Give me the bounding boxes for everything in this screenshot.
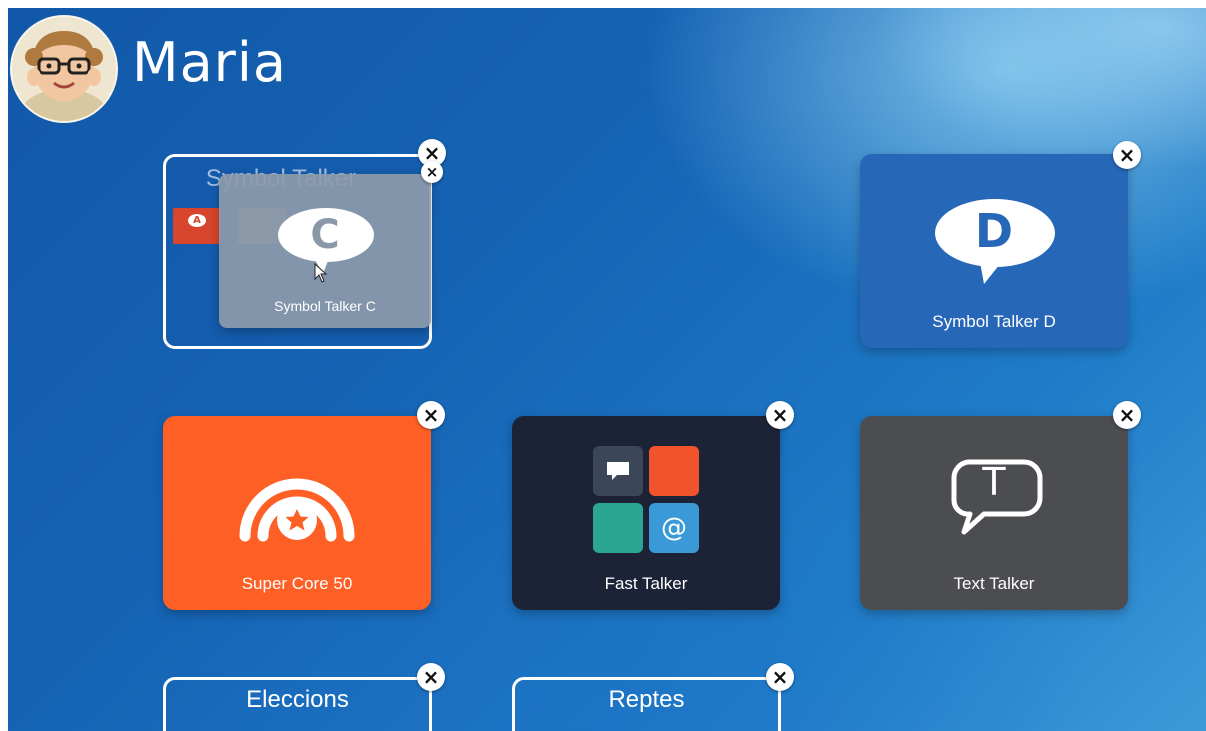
- red-square-icon: [649, 446, 699, 496]
- symbol-talker-c-close-button[interactable]: ×: [421, 161, 443, 183]
- speech-letter: C: [310, 212, 340, 258]
- fast-talker-tile[interactable]: @ Fast Talker: [512, 416, 780, 610]
- reptes-close-button[interactable]: ×: [766, 663, 794, 691]
- super-core-icon: [239, 478, 355, 542]
- tile-label: Fast Talker: [604, 574, 688, 593]
- reptes-folder[interactable]: Reptes: [512, 677, 781, 731]
- app-screen: Maria Symbol Talker A × C Symbol Talker …: [8, 8, 1206, 731]
- text-talker-close-button[interactable]: ×: [1113, 401, 1141, 429]
- symbol-talker-c-tile-dragging[interactable]: C Symbol Talker C: [219, 174, 431, 328]
- tile-label: Super Core 50: [241, 574, 353, 593]
- chat-icon: [593, 446, 643, 496]
- super-core-50-close-button[interactable]: ×: [417, 401, 445, 429]
- fast-talker-close-button[interactable]: ×: [766, 401, 794, 429]
- text-talker-tile[interactable]: T Text Talker: [860, 416, 1128, 610]
- folder-mini-tile-a: A: [173, 208, 221, 244]
- symbol-talker-d-tile[interactable]: D Symbol Talker D: [860, 154, 1128, 348]
- speech-letter: D: [974, 204, 1014, 258]
- user-name: Maria: [132, 31, 287, 94]
- super-core-50-tile[interactable]: Super Core 50: [163, 416, 431, 610]
- symbol-talker-d-close-button[interactable]: ×: [1113, 141, 1141, 169]
- eleccions-close-button[interactable]: ×: [417, 663, 445, 691]
- tile-label: Symbol Talker D: [932, 312, 1056, 331]
- folder-title: Reptes: [608, 686, 685, 713]
- tile-label: Symbol Talker C: [274, 298, 376, 314]
- tile-label: Text Talker: [953, 574, 1035, 593]
- mini-speech-icon: A: [188, 214, 206, 227]
- folder-title: Eleccions: [246, 686, 349, 713]
- at-sign-icon: @: [649, 503, 699, 553]
- bubble-letter: T: [982, 460, 1006, 504]
- user-avatar[interactable]: [10, 15, 118, 123]
- eleccions-folder[interactable]: Eleccions: [163, 677, 432, 731]
- teal-square-icon: [593, 503, 643, 553]
- mouse-cursor: [314, 263, 328, 283]
